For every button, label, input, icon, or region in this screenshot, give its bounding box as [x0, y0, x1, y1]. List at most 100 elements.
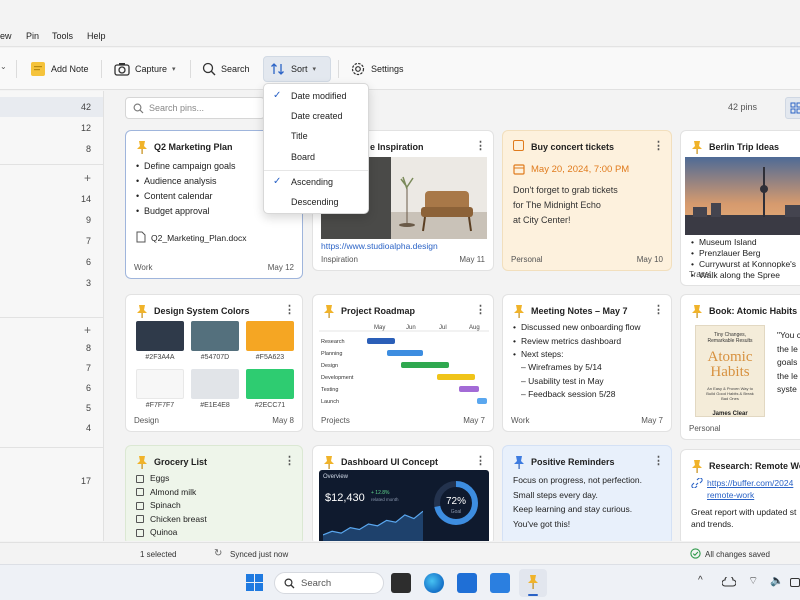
area-chart — [323, 510, 423, 541]
sidebar-item[interactable]: 42 — [0, 97, 103, 117]
grid-view-button[interactable] — [785, 97, 800, 119]
mail-icon[interactable] — [490, 573, 510, 593]
pin-card-concert[interactable]: Buy concert tickets ⋮ May 20, 2024, 7:00… — [502, 130, 672, 271]
store-icon[interactable] — [457, 573, 477, 593]
pushpin-icon — [692, 460, 702, 473]
card-link[interactable]: https://www.studioalpha.design — [321, 241, 438, 251]
sidebar-item[interactable]: 7 — [0, 231, 103, 251]
checkbox[interactable] — [136, 528, 144, 537]
sort-option-descending[interactable]: Descending — [264, 191, 368, 211]
link-text[interactable]: remote-work — [707, 489, 793, 501]
list-item: Prenzlauer Berg — [691, 248, 796, 259]
sort-option-ascending[interactable]: ✓ Ascending — [264, 171, 368, 191]
cloud-icon[interactable] — [722, 577, 736, 587]
list-item: Currywurst at Konnopke's — [691, 259, 796, 270]
add-board-icon[interactable]: + — [84, 171, 91, 185]
more-options-icon[interactable]: ⋮ — [284, 303, 295, 316]
sort-option-title[interactable]: Title — [264, 125, 368, 145]
more-options-icon[interactable]: ⋮ — [653, 454, 664, 467]
sidebar-item[interactable]: 4 — [0, 418, 103, 438]
add-note-button[interactable]: Add Note — [24, 56, 95, 82]
card-title: Book: Atomic Habits — [709, 306, 798, 316]
checkbox[interactable] — [136, 515, 144, 524]
pin-card-roadmap[interactable]: Project Roadmap ⋮ May Jun Jul Aug Resear… — [312, 294, 494, 432]
checkbox[interactable] — [136, 501, 144, 510]
sort-option-date-modified[interactable]: ✓ Date modified — [264, 85, 368, 105]
battery-icon[interactable] — [790, 578, 800, 587]
sidebar-item[interactable]: 3 — [0, 273, 103, 293]
pushpin-icon — [514, 456, 524, 469]
research-link[interactable]: https://buffer.com/2024 remote-work — [707, 477, 793, 501]
card-date: May 8 — [272, 416, 294, 425]
pin-card-research[interactable]: Research: Remote Work https://buffer.com… — [680, 449, 800, 541]
sort-button[interactable]: Sort ▾ — [263, 56, 331, 82]
color-swatch[interactable] — [136, 369, 184, 399]
taskbar-search[interactable]: Search — [274, 572, 384, 594]
pin-card-dashboard[interactable]: Dashboard UI Concept ⋮ Overview $12,430 … — [312, 445, 494, 541]
pin-card-book[interactable]: Book: Atomic Habits Tiny Changes, Remark… — [680, 294, 800, 440]
attachment-name[interactable]: Q2_Marketing_Plan.docx — [151, 233, 246, 243]
checklist-label: Quinoa — [150, 527, 178, 537]
capture-button[interactable]: Capture ▾ — [108, 56, 182, 82]
sort-option-date-created[interactable]: Date created — [264, 105, 368, 125]
task-checkbox[interactable] — [513, 140, 524, 151]
pushpin-icon — [137, 305, 147, 318]
more-options-icon[interactable]: ⋮ — [475, 454, 486, 467]
link-text[interactable]: https://buffer.com/2024 — [707, 477, 793, 489]
wifi-icon[interactable]: ⌔ — [748, 574, 758, 588]
more-options-icon[interactable]: ⋮ — [653, 139, 664, 152]
swatch-label: #54707D — [200, 354, 230, 361]
more-options-icon[interactable]: ⋮ — [284, 454, 295, 467]
pin-card-berlin[interactable]: Berlin Trip Ideas Museum Island Prenzlau… — [680, 130, 800, 286]
sidebar-item[interactable]: 8 — [0, 139, 103, 159]
sort-option-board[interactable]: Board — [264, 146, 368, 166]
sidebar-item[interactable]: 14 — [0, 189, 103, 209]
pin-card-design-colors[interactable]: Design System Colors ⋮ #2F3A4A #54707D #… — [125, 294, 303, 432]
color-swatch[interactable] — [191, 321, 239, 351]
search-button[interactable]: Search — [196, 56, 256, 82]
more-options-icon[interactable]: ⋮ — [475, 139, 486, 152]
menu-view[interactable]: ew — [0, 31, 12, 41]
color-swatch[interactable] — [191, 369, 239, 399]
card-list: Define campaign goals Audience analysis … — [136, 159, 236, 219]
checklist-item[interactable]: Eggs — [136, 472, 207, 486]
windows-start-icon[interactable] — [246, 574, 264, 592]
checklist-item[interactable]: Almond milk — [136, 486, 207, 500]
quote-line: the le — [777, 370, 798, 381]
pin-card-grocery[interactable]: Grocery List ⋮ Eggs Almond milk Spinach … — [125, 445, 303, 541]
menu-help[interactable]: Help — [87, 31, 106, 41]
sidebar-item[interactable]: 6 — [0, 378, 103, 398]
sidebar-item[interactable]: 8 — [0, 338, 103, 358]
menu-pin[interactable]: Pin — [26, 31, 39, 41]
chevron-up-icon[interactable]: ^ — [698, 575, 703, 586]
sidebar-item[interactable]: 7 — [0, 358, 103, 378]
sidebar-item[interactable]: 12 — [0, 118, 103, 138]
color-swatch[interactable] — [246, 369, 294, 399]
pin-card-meeting-notes[interactable]: Meeting Notes – May 7 ⋮ Discussed new on… — [502, 294, 672, 432]
task-view-icon[interactable] — [391, 573, 411, 593]
checkbox[interactable] — [136, 474, 144, 483]
color-swatch[interactable] — [246, 321, 294, 351]
more-options-icon[interactable]: ⋮ — [475, 303, 486, 316]
chevron-down-icon[interactable]: ⌄ — [0, 62, 7, 71]
sidebar-item[interactable]: 17 — [0, 471, 103, 491]
body-line: You've got this! — [513, 518, 571, 529]
swatch-label: #E1E4E8 — [200, 402, 230, 409]
color-swatch[interactable] — [136, 321, 184, 351]
volume-icon[interactable]: 🔈 — [770, 574, 784, 587]
sidebar-item[interactable]: 6 — [0, 252, 103, 272]
settings-button[interactable]: Settings — [344, 56, 410, 82]
menu-tools[interactable]: Tools — [52, 31, 73, 41]
checklist-item[interactable]: Quinoa — [136, 526, 207, 540]
search-input[interactable]: Search pins... — [125, 97, 265, 119]
pin-card-reminders[interactable]: Positive Reminders ⋮ Focus on progress, … — [502, 445, 672, 541]
edge-browser-icon[interactable] — [424, 573, 444, 593]
pin-app-taskbar-button[interactable] — [519, 569, 547, 597]
sidebar-item[interactable]: 5 — [0, 398, 103, 418]
more-options-icon[interactable]: ⋮ — [653, 303, 664, 316]
add-tag-icon[interactable]: + — [84, 323, 91, 337]
checklist-item[interactable]: Chicken breast — [136, 513, 207, 527]
checklist-item[interactable]: Spinach — [136, 499, 207, 513]
sidebar-item[interactable]: 9 — [0, 210, 103, 230]
checkbox[interactable] — [136, 488, 144, 497]
